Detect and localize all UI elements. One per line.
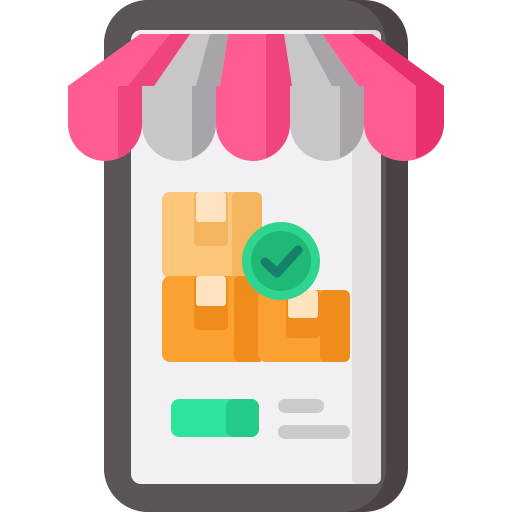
awning-scallop-5-shade: [416, 86, 444, 158]
box-bottom-right-shade: [320, 290, 350, 362]
box-bottom-left-tape-light: [196, 276, 226, 306]
box-top-tape-light: [196, 192, 226, 222]
button-shade: [226, 399, 259, 437]
check-badge-inner: [251, 231, 311, 291]
mobile-shop-icon: [0, 0, 512, 512]
mobile-shop-svg: [68, 0, 444, 512]
button: [171, 399, 259, 437]
text-line-2: [278, 425, 350, 439]
check-icon: [242, 222, 320, 300]
text-line-1: [278, 399, 324, 413]
awning-icon: [68, 34, 444, 161]
